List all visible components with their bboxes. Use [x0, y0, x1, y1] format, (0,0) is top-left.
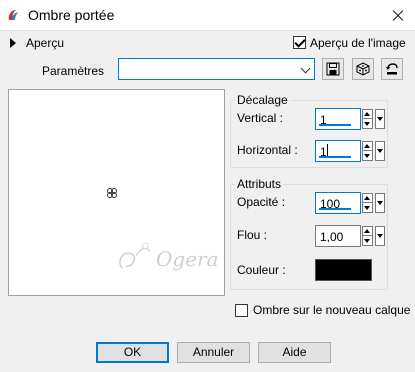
reset-arrow-icon: [386, 63, 398, 75]
horizontal-slider-dropdown[interactable]: [375, 141, 385, 161]
couleur-label: Couleur :: [237, 263, 286, 277]
save-preset-button[interactable]: [322, 58, 344, 80]
expand-arrow-icon[interactable]: [10, 38, 16, 48]
vertical-stepper[interactable]: [362, 109, 373, 129]
random-button[interactable]: [352, 58, 374, 80]
ok-button[interactable]: OK: [96, 342, 169, 363]
flou-label: Flou :: [237, 228, 268, 242]
title-bar: Ombre portée: [0, 0, 415, 31]
horizontal-input[interactable]: 1: [315, 140, 361, 162]
vertical-spinner[interactable]: 1: [315, 108, 385, 130]
flou-input[interactable]: 1,00: [315, 225, 361, 247]
dice-icon: [356, 62, 370, 76]
watermark-text: Ogera: [156, 247, 219, 271]
annuler-button[interactable]: Annuler: [177, 342, 250, 363]
flou-spinner[interactable]: 1,00: [315, 225, 385, 247]
vertical-input[interactable]: 1: [315, 108, 361, 130]
watermark-logo: Ogera: [119, 242, 219, 271]
save-disk-icon: [326, 62, 340, 76]
ombre-nouveau-calque-toggle[interactable]: Ombre sur le nouveau calque: [235, 303, 410, 319]
preview-pane[interactable]: Ogera: [8, 89, 225, 296]
opacite-input[interactable]: 100: [315, 192, 361, 214]
params-label: Paramètres: [42, 64, 105, 78]
chevron-down-icon[interactable]: [298, 59, 314, 79]
apercu-row: Aperçu Aperçu de l'image: [10, 36, 406, 52]
ombre-nouveau-calque-label[interactable]: Ombre sur le nouveau calque: [253, 303, 410, 317]
opacite-label: Opacité :: [237, 195, 286, 209]
horizontal-spinner[interactable]: 1: [315, 140, 385, 162]
close-button[interactable]: [379, 0, 415, 31]
decalage-title: Décalage: [235, 93, 290, 107]
aide-button[interactable]: Aide: [258, 342, 331, 363]
window-title: Ombre portée: [28, 7, 115, 23]
opacite-slider-dropdown[interactable]: [375, 193, 385, 213]
preview-image-checkbox[interactable]: [293, 36, 306, 49]
horizontal-label: Horizontal :: [237, 143, 298, 157]
apercu-toggle-label[interactable]: Aperçu: [26, 36, 64, 50]
attributs-title: Attributs: [235, 177, 284, 191]
params-dropdown[interactable]: [118, 58, 315, 80]
couleur-swatch[interactable]: [315, 259, 372, 281]
flou-stepper[interactable]: [362, 226, 373, 246]
ombre-nouveau-calque-checkbox[interactable]: [235, 304, 248, 317]
opacite-stepper[interactable]: [362, 193, 373, 213]
flou-slider-dropdown[interactable]: [375, 226, 385, 246]
paint-palette-icon: [8, 10, 18, 20]
opacite-spinner[interactable]: 100: [315, 192, 385, 214]
hand-cursor-icon: [107, 188, 117, 198]
horizontal-stepper[interactable]: [362, 141, 373, 161]
vertical-label: Vertical :: [237, 111, 284, 125]
preview-image-label[interactable]: Aperçu de l'image: [310, 36, 406, 50]
reset-button[interactable]: [381, 58, 403, 80]
flou-value: 1,00: [320, 230, 344, 244]
vertical-slider-dropdown[interactable]: [375, 109, 385, 129]
